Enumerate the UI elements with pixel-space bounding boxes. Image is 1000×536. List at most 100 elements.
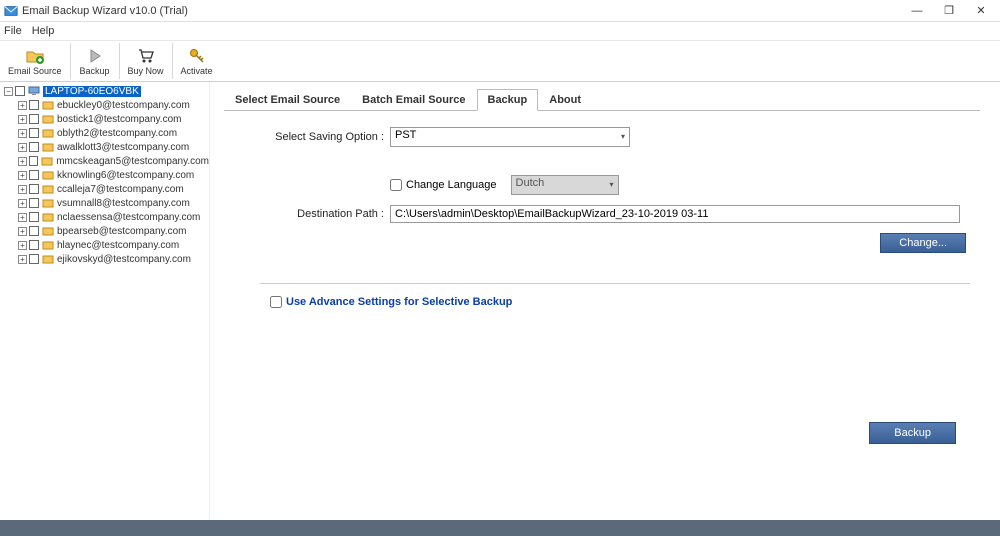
advance-settings-checkbox[interactable] [270,296,282,308]
collapse-icon[interactable]: − [4,87,13,96]
checkbox[interactable] [29,170,39,180]
tree-item[interactable]: + oblyth2@testcompany.com [0,126,209,140]
tree-item-label: nclaessensa@testcompany.com [57,212,200,223]
tree-item[interactable]: + ebuckley0@testcompany.com [0,98,209,112]
tab-bar: Select Email Source Batch Email Source B… [224,86,1000,110]
checkbox[interactable] [29,198,39,208]
toolbar-separator [172,43,173,79]
maximize-button[interactable]: ❐ [942,4,956,18]
email-source-button[interactable]: Email Source [2,41,68,81]
expand-icon[interactable]: + [18,115,27,124]
checkbox[interactable] [29,100,39,110]
folder-plus-icon [25,46,45,66]
backup-toolbar-button[interactable]: Backup [73,41,117,81]
tree-item-label: kknowling6@testcompany.com [57,170,194,181]
checkbox[interactable] [29,212,39,222]
chevron-down-icon: ▾ [621,132,625,141]
checkbox[interactable] [29,128,39,138]
toolbar-label: Activate [181,66,213,76]
expand-icon[interactable]: + [18,199,27,208]
destination-path-input[interactable] [390,205,960,223]
tree-item-label: hlaynec@testcompany.com [57,240,179,251]
language-select[interactable]: Dutch ▾ [511,175,619,195]
checkbox[interactable] [29,254,39,264]
toolbar-separator [119,43,120,79]
close-button[interactable]: ✕ [974,4,988,18]
tree-item[interactable]: + bostick1@testcompany.com [0,112,209,126]
tree-item-label: ebuckley0@testcompany.com [57,100,190,111]
menu-help[interactable]: Help [32,25,55,37]
tree-item-label: vsumnall8@testcompany.com [57,198,190,209]
checkbox[interactable] [29,114,39,124]
checkbox[interactable] [29,142,39,152]
mailbox-icon [42,254,54,264]
toolbar-label: Buy Now [128,66,164,76]
main-panel: Select Email Source Batch Email Source B… [210,82,1000,520]
checkbox[interactable] [15,86,25,96]
tree-root[interactable]: − LAPTOP-60EO6VBK [0,84,209,98]
saving-option-value: PST [395,129,416,141]
menu-bar: File Help [0,22,1000,40]
expand-icon[interactable]: + [18,185,27,194]
tree-item-label: awalklott3@testcompany.com [57,142,189,153]
tree-item[interactable]: + mmcskeagan5@testcompany.com [0,154,209,168]
mailbox-icon [42,226,54,236]
tree-item-label: oblyth2@testcompany.com [57,128,177,139]
computer-icon [28,86,40,96]
tree-item[interactable]: + awalklott3@testcompany.com [0,140,209,154]
activate-button[interactable]: Activate [175,41,219,81]
tree-item[interactable]: +ccalleja7@testcompany.com [0,182,209,196]
cart-icon [136,46,156,66]
mailbox-icon [42,114,54,124]
menu-file[interactable]: File [4,25,22,37]
expand-icon[interactable]: + [18,129,27,138]
toolbar-label: Backup [80,66,110,76]
buy-now-button[interactable]: Buy Now [122,41,170,81]
tree-item[interactable]: + vsumnall8@testcompany.com [0,196,209,210]
checkbox[interactable] [29,240,39,250]
expand-icon[interactable]: + [18,143,27,152]
tab-backup[interactable]: Backup [477,89,539,111]
status-bar [0,520,1000,536]
tab-about[interactable]: About [538,89,592,110]
tree-item[interactable]: + kknowling6@testcompany.com [0,168,209,182]
app-icon [4,4,18,18]
mailbox-icon [42,128,54,138]
title-bar: Email Backup Wizard v10.0 (Trial) — ❐ ✕ [0,0,1000,22]
tree-item-label: mmcskeagan5@testcompany.com [56,156,209,167]
saving-option-select[interactable]: PST ▾ [390,127,630,147]
mailbox-icon [41,156,53,166]
expand-icon[interactable]: + [18,241,27,250]
saving-option-label: Select Saving Option : [260,131,390,143]
chevron-down-icon: ▾ [610,180,614,189]
mailbox-icon [42,212,54,222]
expand-icon[interactable]: + [18,101,27,110]
tab-select-source[interactable]: Select Email Source [224,89,351,110]
change-button[interactable]: Change... [880,233,966,253]
expand-icon[interactable]: + [18,213,27,222]
checkbox[interactable] [29,156,39,166]
mailbox-icon [42,142,54,152]
tree-root-label: LAPTOP-60EO6VBK [43,86,141,97]
tree-item[interactable]: +ejikovskyd@testcompany.com [0,252,209,266]
change-language-checkbox[interactable] [390,179,402,191]
expand-icon[interactable]: + [18,227,27,236]
tab-batch-source[interactable]: Batch Email Source [351,89,476,110]
expand-icon[interactable]: + [18,157,27,166]
tree-item-label: bostick1@testcompany.com [57,114,181,125]
checkbox[interactable] [29,226,39,236]
mailbox-icon [42,170,54,180]
tree-item[interactable]: +bpearseb@testcompany.com [0,224,209,238]
mailbox-icon [42,184,54,194]
backup-button[interactable]: Backup [869,422,956,444]
tree-item[interactable]: + nclaessensa@testcompany.com [0,210,209,224]
destination-path-label: Destination Path : [260,208,390,220]
tree-item[interactable]: + hlaynec@testcompany.com [0,238,209,252]
mailbox-icon [42,240,54,250]
expand-icon[interactable]: + [18,171,27,180]
change-language-label: Change Language [406,179,497,191]
checkbox[interactable] [29,184,39,194]
mailbox-icon [42,198,54,208]
expand-icon[interactable]: + [18,255,27,264]
minimize-button[interactable]: — [910,4,924,18]
